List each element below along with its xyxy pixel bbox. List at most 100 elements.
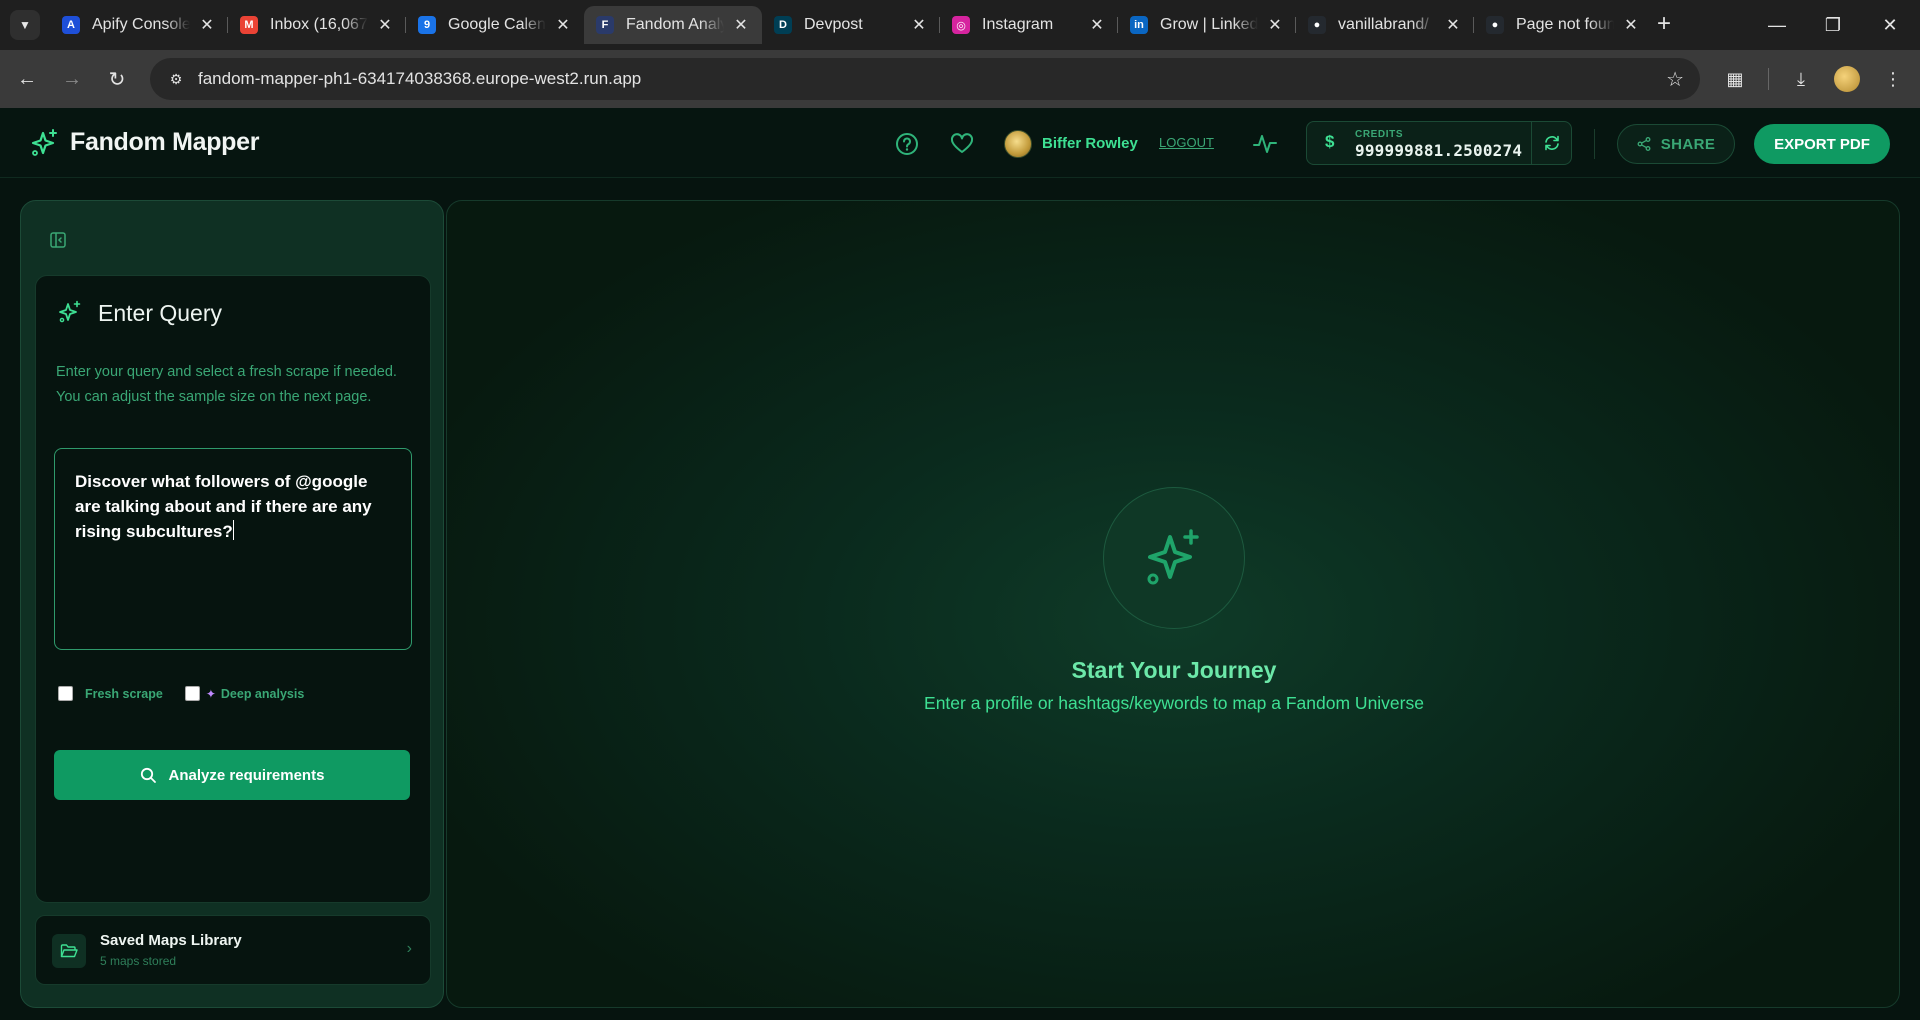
reload-icon[interactable]: ↻ — [100, 62, 134, 96]
tab-favicon-icon: ● — [1486, 16, 1504, 34]
bookmark-star-icon[interactable]: ☆ — [1666, 67, 1684, 92]
tab-title: Page not found — [1516, 16, 1614, 33]
browser-tab[interactable]: ● Page not found ✕ — [1474, 6, 1652, 44]
sidebar-panel: Enter Query Enter your query and select … — [20, 200, 444, 1008]
query-title: Enter Query — [98, 300, 222, 326]
tab-close-icon[interactable]: ✕ — [198, 16, 216, 34]
dollar-icon: $ — [1325, 132, 1335, 151]
downloads-icon[interactable]: ⤓ — [1784, 62, 1818, 96]
share-label: SHARE — [1660, 135, 1716, 153]
browser-tab[interactable]: 9 Google Calendar ✕ — [406, 6, 584, 44]
tab-close-icon[interactable]: ✕ — [910, 16, 928, 34]
analyze-label: Analyze requirements — [168, 766, 325, 784]
tab-title: Grow | LinkedIn — [1160, 16, 1258, 33]
query-description: Enter your query and select a fresh scra… — [56, 364, 397, 405]
user-name[interactable]: Biffer Rowley — [1042, 135, 1138, 152]
sparkles-logo-icon — [31, 129, 57, 156]
options-row: Fresh scrape ✦ Deep analysis — [58, 686, 304, 701]
activity-pulse-icon[interactable] — [1252, 131, 1278, 157]
sparkles-icon — [59, 300, 81, 323]
forward-arrow-icon[interactable]: → — [55, 62, 89, 96]
tab-title: vanillabrand/ — [1338, 16, 1429, 33]
close-window-icon[interactable]: ✕ — [1873, 8, 1907, 42]
analyze-requirements-button[interactable]: Analyze requirements — [54, 750, 410, 800]
url-text: fandom-mapper-ph1-634174038368.europe-we… — [198, 69, 642, 88]
library-title: Saved Maps Library — [100, 932, 242, 949]
new-tab-plus-icon[interactable]: + — [1650, 10, 1678, 38]
browser-tab[interactable]: ● vanillabrand/ ✕ — [1296, 6, 1474, 44]
query-text: Discover what followers of @google are t… — [75, 472, 372, 541]
saved-maps-library[interactable]: Saved Maps Library 5 maps stored › — [35, 915, 431, 985]
browser-tab[interactable]: M Inbox (16,067) ✕ — [228, 6, 406, 44]
extensions-puzzle-icon[interactable]: ▦ — [1718, 62, 1752, 96]
app-name: Fandom Mapper — [70, 128, 260, 156]
browser-tab[interactable]: A Apify Console ✕ — [50, 6, 228, 44]
tab-close-icon[interactable]: ✕ — [554, 16, 572, 34]
export-pdf-button[interactable]: EXPORT PDF — [1754, 124, 1890, 164]
back-arrow-icon[interactable]: ← — [10, 62, 44, 96]
help-circle-icon[interactable] — [894, 131, 920, 157]
tab-close-icon[interactable]: ✕ — [1622, 16, 1640, 34]
tab-favicon-icon: in — [1130, 16, 1148, 34]
app-header: Fandom Mapper Biffer Rowley LOGOUT $ CRE… — [0, 108, 1920, 178]
tab-close-icon[interactable]: ✕ — [1444, 16, 1462, 34]
fresh-scrape-checkbox[interactable] — [58, 686, 73, 701]
tab-title: Google Calendar — [448, 16, 546, 33]
restore-icon[interactable]: ❐ — [1816, 8, 1850, 42]
sparkles-large-icon — [1147, 529, 1199, 585]
tab-list: A Apify Console ✕ M Inbox (16,067) ✕ 9 Google C… — [50, 6, 1652, 44]
tab-title: Apify Console — [92, 16, 190, 33]
deep-analysis-label[interactable]: Deep analysis — [221, 687, 304, 701]
sparkle-mini-icon: ✦ — [205, 686, 216, 701]
browser-menu-icon[interactable]: ⋮ — [1876, 62, 1910, 96]
tab-close-icon[interactable]: ✕ — [376, 16, 394, 34]
browser-tab[interactable]: in Grow | LinkedIn ✕ — [1118, 6, 1296, 44]
heart-icon[interactable] — [949, 131, 975, 157]
fandom-mapper-app: Fandom Mapper Biffer Rowley LOGOUT $ CRE… — [0, 108, 1920, 1020]
deep-analysis-checkbox[interactable] — [184, 686, 200, 701]
toolbar-divider — [1768, 68, 1769, 90]
query-card: Enter Query Enter your query and select … — [35, 275, 431, 903]
panel-collapse-icon[interactable] — [49, 231, 67, 249]
credits-display: $ CREDITS 999999881.2500274 — [1306, 121, 1572, 165]
browser-tab[interactable]: ◎ Instagram ✕ — [940, 6, 1118, 44]
logout-link[interactable]: LOGOUT — [1159, 135, 1214, 150]
library-count: 5 maps stored — [100, 954, 177, 968]
minimize-icon[interactable]: — — [1760, 8, 1794, 42]
query-textarea[interactable]: Discover what followers of @google are t… — [54, 448, 412, 650]
site-info-icon[interactable]: ⚙ — [166, 69, 186, 89]
tab-favicon-icon: ◎ — [952, 16, 970, 34]
tab-close-icon[interactable]: ✕ — [732, 16, 750, 34]
header-divider — [1594, 129, 1595, 159]
browser-profile-avatar[interactable] — [1834, 66, 1860, 92]
journey-icon-circle — [1103, 487, 1245, 629]
tab-title: Instagram — [982, 16, 1054, 33]
tab-favicon-icon: 9 — [418, 16, 436, 34]
folder-open-icon — [52, 934, 86, 968]
tab-search-chevron-icon[interactable]: ▼ — [10, 10, 40, 40]
tab-favicon-icon: D — [774, 16, 792, 34]
share-icon — [1637, 137, 1651, 151]
address-bar[interactable]: ⚙ fandom-mapper-ph1-634174038368.europe-… — [150, 58, 1700, 100]
tab-title: Fandom Analyzer — [626, 16, 724, 33]
credits-label: CREDITS — [1355, 129, 1404, 140]
tab-favicon-icon: ● — [1308, 16, 1326, 34]
text-caret — [232, 520, 234, 540]
tab-favicon-icon: A — [62, 16, 80, 34]
browser-toolbar: ← → ↻ ⚙ fandom-mapper-ph1-634174038368.e… — [0, 50, 1920, 108]
credits-value: 999999881.2500274 — [1355, 141, 1523, 160]
refresh-credits-icon[interactable] — [1531, 122, 1571, 164]
tab-close-icon[interactable]: ✕ — [1266, 16, 1284, 34]
tab-title: Inbox (16,067) — [270, 16, 368, 33]
browser-tab-strip: ▼ A Apify Console ✕ M Inbox (16,067) ✕ 9 Google… — [0, 0, 1920, 50]
fresh-scrape-label[interactable]: Fresh scrape — [85, 687, 163, 701]
browser-tab[interactable]: D Devpost ✕ — [762, 6, 940, 44]
share-button[interactable]: SHARE — [1617, 124, 1735, 164]
main-canvas: Start Your Journey Enter a profile or ha… — [446, 200, 1900, 1008]
tab-close-icon[interactable]: ✕ — [1088, 16, 1106, 34]
browser-tab[interactable]: F Fandom Analyzer ✕ — [584, 6, 762, 44]
chevron-right-icon: › — [406, 940, 412, 957]
journey-title: Start Your Journey — [1071, 657, 1277, 683]
user-avatar[interactable] — [1004, 130, 1032, 158]
tab-title: Devpost — [804, 16, 863, 33]
